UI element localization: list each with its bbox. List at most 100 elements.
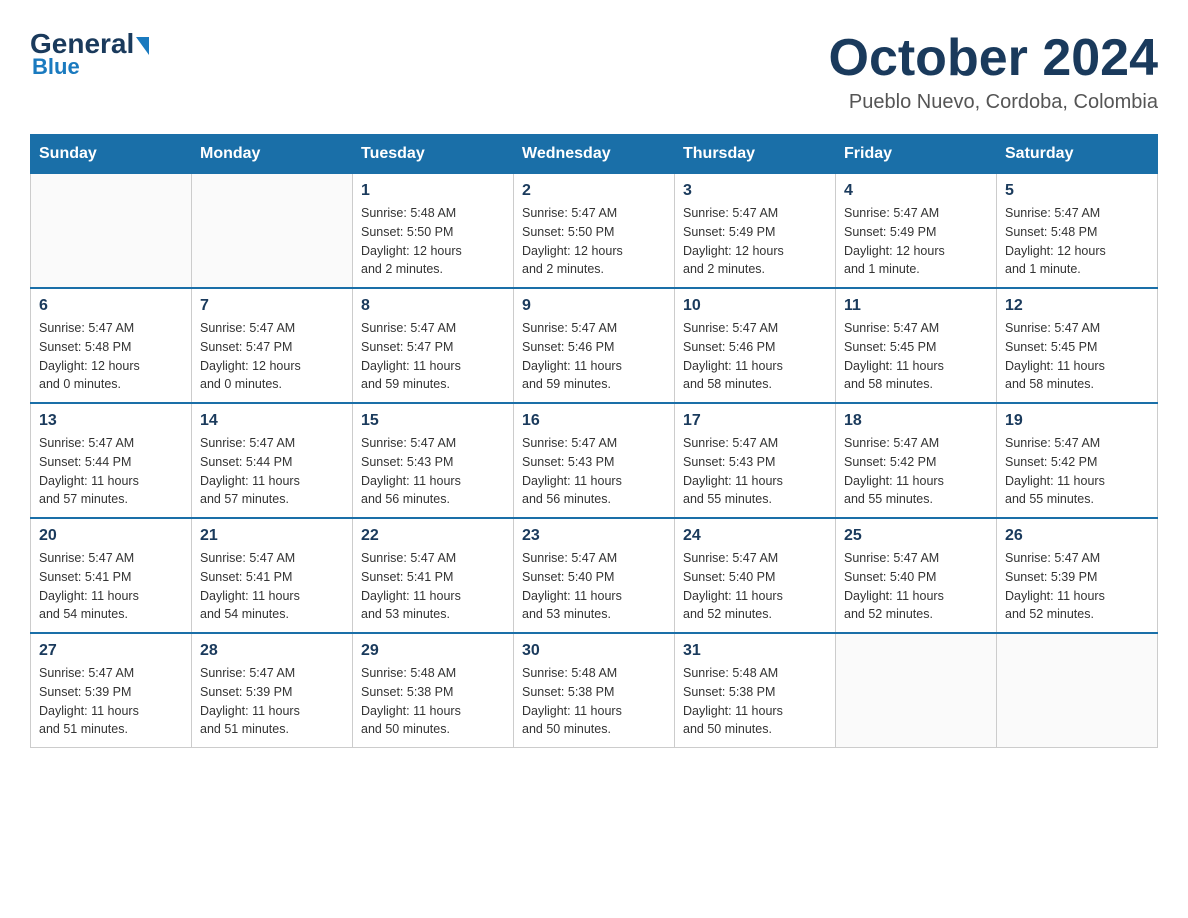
day-number: 25 bbox=[844, 527, 988, 545]
day-number: 15 bbox=[361, 412, 505, 430]
calendar-week-row: 6Sunrise: 5:47 AM Sunset: 5:48 PM Daylig… bbox=[31, 288, 1158, 403]
day-info: Sunrise: 5:47 AM Sunset: 5:46 PM Dayligh… bbox=[683, 319, 827, 394]
day-number: 4 bbox=[844, 182, 988, 200]
calendar-cell: 28 Sunrise: 5:47 AM Sunset: 5:39 PM Dayli… bbox=[192, 633, 353, 748]
day-number: 19 bbox=[1005, 412, 1149, 430]
day-number: 30 bbox=[522, 642, 666, 660]
calendar-cell: 9 Sunrise: 5:47 AM Sunset: 5:46 PM Daylig… bbox=[514, 288, 675, 403]
day-number: 29 bbox=[361, 642, 505, 660]
calendar-cell: 27 Sunrise: 5:47 AM Sunset: 5:39 PM Dayli… bbox=[31, 633, 192, 748]
day-info: Sunrise: 5:48 AM Sunset: 5:38 PM Dayligh… bbox=[361, 664, 505, 739]
day-info: Sunrise: 5:47 AM Sunset: 5:46 PM Dayligh… bbox=[522, 319, 666, 394]
day-info: Sunrise: 5:47 AM Sunset: 5:49 PM Dayligh… bbox=[844, 204, 988, 279]
day-number: 22 bbox=[361, 527, 505, 545]
calendar-cell: 4 Sunrise: 5:47 AM Sunset: 5:49 PM Daylig… bbox=[836, 174, 997, 289]
day-info: Sunrise: 5:47 AM Sunset: 5:48 PM Dayligh… bbox=[1005, 204, 1149, 279]
day-info: Sunrise: 5:47 AM Sunset: 5:42 PM Dayligh… bbox=[1005, 434, 1149, 509]
day-of-week-header: Saturday bbox=[997, 135, 1158, 174]
day-info: Sunrise: 5:47 AM Sunset: 5:42 PM Dayligh… bbox=[844, 434, 988, 509]
day-info: Sunrise: 5:47 AM Sunset: 5:40 PM Dayligh… bbox=[683, 549, 827, 624]
day-info: Sunrise: 5:47 AM Sunset: 5:47 PM Dayligh… bbox=[361, 319, 505, 394]
logo: General Blue bbox=[30, 30, 149, 80]
calendar-week-row: 13Sunrise: 5:47 AM Sunset: 5:44 PM Dayli… bbox=[31, 403, 1158, 518]
calendar-cell: 19 Sunrise: 5:47 AM Sunset: 5:42 PM Dayli… bbox=[997, 403, 1158, 518]
calendar-header: SundayMondayTuesdayWednesdayThursdayFrid… bbox=[31, 135, 1158, 174]
calendar-cell: 24Sunrise: 5:47 AM Sunset: 5:40 PM Dayli… bbox=[675, 518, 836, 633]
calendar-cell: 8 Sunrise: 5:47 AM Sunset: 5:47 PM Daylig… bbox=[353, 288, 514, 403]
day-number: 12 bbox=[1005, 297, 1149, 315]
day-info: Sunrise: 5:48 AM Sunset: 5:38 PM Dayligh… bbox=[683, 664, 827, 739]
day-info: Sunrise: 5:48 AM Sunset: 5:50 PM Dayligh… bbox=[361, 204, 505, 279]
calendar-week-row: 1 Sunrise: 5:48 AM Sunset: 5:50 PM Daylig… bbox=[31, 174, 1158, 289]
day-info: Sunrise: 5:47 AM Sunset: 5:39 PM Dayligh… bbox=[1005, 549, 1149, 624]
calendar-cell bbox=[192, 174, 353, 289]
day-info: Sunrise: 5:47 AM Sunset: 5:43 PM Dayligh… bbox=[522, 434, 666, 509]
day-of-week-header: Thursday bbox=[675, 135, 836, 174]
calendar-cell: 1 Sunrise: 5:48 AM Sunset: 5:50 PM Daylig… bbox=[353, 174, 514, 289]
day-info: Sunrise: 5:47 AM Sunset: 5:50 PM Dayligh… bbox=[522, 204, 666, 279]
day-info: Sunrise: 5:47 AM Sunset: 5:45 PM Dayligh… bbox=[844, 319, 988, 394]
day-info: Sunrise: 5:47 AM Sunset: 5:49 PM Dayligh… bbox=[683, 204, 827, 279]
day-number: 17 bbox=[683, 412, 827, 430]
day-number: 5 bbox=[1005, 182, 1149, 200]
calendar-cell: 12 Sunrise: 5:47 AM Sunset: 5:45 PM Dayli… bbox=[997, 288, 1158, 403]
day-number: 11 bbox=[844, 297, 988, 315]
main-title: October 2024 bbox=[829, 30, 1159, 87]
day-info: Sunrise: 5:47 AM Sunset: 5:48 PM Dayligh… bbox=[39, 319, 183, 394]
day-number: 28 bbox=[200, 642, 344, 660]
calendar-cell: 29 Sunrise: 5:48 AM Sunset: 5:38 PM Dayli… bbox=[353, 633, 514, 748]
calendar-cell bbox=[31, 174, 192, 289]
day-number: 21 bbox=[200, 527, 344, 545]
day-number: 1 bbox=[361, 182, 505, 200]
calendar-cell: 10 Sunrise: 5:47 AM Sunset: 5:46 PM Dayli… bbox=[675, 288, 836, 403]
calendar-cell: 21Sunrise: 5:47 AM Sunset: 5:41 PM Dayli… bbox=[192, 518, 353, 633]
calendar-week-row: 20 Sunrise: 5:47 AM Sunset: 5:41 PM Dayli… bbox=[31, 518, 1158, 633]
day-number: 7 bbox=[200, 297, 344, 315]
calendar-cell: 22Sunrise: 5:47 AM Sunset: 5:41 PM Dayli… bbox=[353, 518, 514, 633]
day-of-week-header: Wednesday bbox=[514, 135, 675, 174]
logo-triangle-icon bbox=[136, 37, 149, 55]
day-number: 9 bbox=[522, 297, 666, 315]
calendar-week-row: 27 Sunrise: 5:47 AM Sunset: 5:39 PM Dayli… bbox=[31, 633, 1158, 748]
day-info: Sunrise: 5:47 AM Sunset: 5:40 PM Dayligh… bbox=[522, 549, 666, 624]
day-number: 2 bbox=[522, 182, 666, 200]
calendar-cell: 3Sunrise: 5:47 AM Sunset: 5:49 PM Daylig… bbox=[675, 174, 836, 289]
day-info: Sunrise: 5:47 AM Sunset: 5:41 PM Dayligh… bbox=[39, 549, 183, 624]
day-info: Sunrise: 5:47 AM Sunset: 5:40 PM Dayligh… bbox=[844, 549, 988, 624]
calendar-cell: 15 Sunrise: 5:47 AM Sunset: 5:43 PM Dayli… bbox=[353, 403, 514, 518]
calendar-body: 1 Sunrise: 5:48 AM Sunset: 5:50 PM Daylig… bbox=[31, 174, 1158, 748]
calendar-table: SundayMondayTuesdayWednesdayThursdayFrid… bbox=[30, 134, 1158, 748]
day-info: Sunrise: 5:47 AM Sunset: 5:44 PM Dayligh… bbox=[200, 434, 344, 509]
day-number: 20 bbox=[39, 527, 183, 545]
day-info: Sunrise: 5:47 AM Sunset: 5:39 PM Dayligh… bbox=[39, 664, 183, 739]
day-number: 8 bbox=[361, 297, 505, 315]
calendar-cell: 11 Sunrise: 5:47 AM Sunset: 5:45 PM Dayli… bbox=[836, 288, 997, 403]
calendar-cell: 5 Sunrise: 5:47 AM Sunset: 5:48 PM Daylig… bbox=[997, 174, 1158, 289]
page-header: General Blue October 2024 Pueblo Nuevo, … bbox=[30, 30, 1158, 114]
day-info: Sunrise: 5:47 AM Sunset: 5:43 PM Dayligh… bbox=[683, 434, 827, 509]
day-info: Sunrise: 5:48 AM Sunset: 5:38 PM Dayligh… bbox=[522, 664, 666, 739]
calendar-cell: 13Sunrise: 5:47 AM Sunset: 5:44 PM Dayli… bbox=[31, 403, 192, 518]
day-of-week-header: Monday bbox=[192, 135, 353, 174]
calendar-cell: 23Sunrise: 5:47 AM Sunset: 5:40 PM Dayli… bbox=[514, 518, 675, 633]
day-of-week-header: Friday bbox=[836, 135, 997, 174]
day-number: 18 bbox=[844, 412, 988, 430]
days-of-week-row: SundayMondayTuesdayWednesdayThursdayFrid… bbox=[31, 135, 1158, 174]
day-info: Sunrise: 5:47 AM Sunset: 5:44 PM Dayligh… bbox=[39, 434, 183, 509]
day-info: Sunrise: 5:47 AM Sunset: 5:39 PM Dayligh… bbox=[200, 664, 344, 739]
day-info: Sunrise: 5:47 AM Sunset: 5:43 PM Dayligh… bbox=[361, 434, 505, 509]
title-section: October 2024 Pueblo Nuevo, Cordoba, Colo… bbox=[829, 30, 1159, 114]
calendar-cell: 30 Sunrise: 5:48 AM Sunset: 5:38 PM Dayli… bbox=[514, 633, 675, 748]
calendar-cell: 2 Sunrise: 5:47 AM Sunset: 5:50 PM Daylig… bbox=[514, 174, 675, 289]
calendar-cell: 31Sunrise: 5:48 AM Sunset: 5:38 PM Dayli… bbox=[675, 633, 836, 748]
calendar-cell: 17 Sunrise: 5:47 AM Sunset: 5:43 PM Dayli… bbox=[675, 403, 836, 518]
day-info: Sunrise: 5:47 AM Sunset: 5:45 PM Dayligh… bbox=[1005, 319, 1149, 394]
calendar-cell: 26Sunrise: 5:47 AM Sunset: 5:39 PM Dayli… bbox=[997, 518, 1158, 633]
calendar-cell: 6Sunrise: 5:47 AM Sunset: 5:48 PM Daylig… bbox=[31, 288, 192, 403]
calendar-cell: 7 Sunrise: 5:47 AM Sunset: 5:47 PM Daylig… bbox=[192, 288, 353, 403]
day-number: 10 bbox=[683, 297, 827, 315]
day-number: 27 bbox=[39, 642, 183, 660]
calendar-cell bbox=[836, 633, 997, 748]
calendar-cell: 16Sunrise: 5:47 AM Sunset: 5:43 PM Dayli… bbox=[514, 403, 675, 518]
day-info: Sunrise: 5:47 AM Sunset: 5:47 PM Dayligh… bbox=[200, 319, 344, 394]
